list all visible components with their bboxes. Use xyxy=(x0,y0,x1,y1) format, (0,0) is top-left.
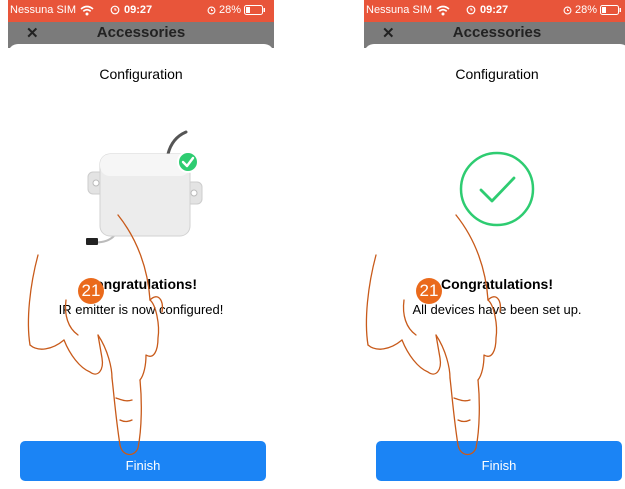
background-title: Accessories xyxy=(96,24,186,41)
step-badge: 21 xyxy=(416,278,442,304)
alarm-icon xyxy=(207,6,216,14)
alarm-icon xyxy=(563,6,572,14)
battery-icon xyxy=(244,5,265,15)
phone-screen-right: Nessuna SIM 09:27 28% ✕ Accessories Conf… xyxy=(364,0,625,489)
battery-icon xyxy=(600,5,621,15)
background-title: Accessories xyxy=(452,24,542,41)
checkmark-icon xyxy=(459,151,535,227)
clock-time: 09:27 xyxy=(124,4,153,16)
wifi-icon xyxy=(436,5,450,15)
success-message: All devices have been set up. xyxy=(412,302,582,317)
configuration-sheet: Configuration Congratulations! IR emitte… xyxy=(8,44,274,489)
congrats-heading: Congratulations! xyxy=(441,276,553,292)
battery-percent: 28% xyxy=(574,4,597,16)
success-message: IR emitter is now configured! xyxy=(58,302,224,317)
carrier-label: Nessuna SIM xyxy=(366,4,433,16)
alarm-icon xyxy=(110,5,120,15)
status-bar: Nessuna SIM 09:27 28% xyxy=(8,0,274,22)
alarm-icon xyxy=(466,5,476,15)
battery-percent: 28% xyxy=(218,4,241,16)
phone-screen-left: Nessuna SIM 09:27 28% ✕ Accessories Conf… xyxy=(8,0,274,489)
congrats-heading: Congratulations! xyxy=(85,276,197,292)
status-bar: Nessuna SIM 09:27 28% xyxy=(364,0,625,22)
clock-time: 09:27 xyxy=(480,4,509,16)
finish-button[interactable]: Finish xyxy=(20,441,266,481)
ir-emitter-device xyxy=(86,130,203,245)
carrier-label: Nessuna SIM xyxy=(10,4,77,16)
configuration-sheet: Configuration Congratulations! All devic… xyxy=(364,44,625,489)
sheet-title: Configuration xyxy=(455,66,539,82)
finish-button[interactable]: Finish xyxy=(376,441,622,481)
wifi-icon xyxy=(80,5,94,15)
step-badge: 21 xyxy=(78,278,104,304)
sheet-title: Configuration xyxy=(99,66,183,82)
